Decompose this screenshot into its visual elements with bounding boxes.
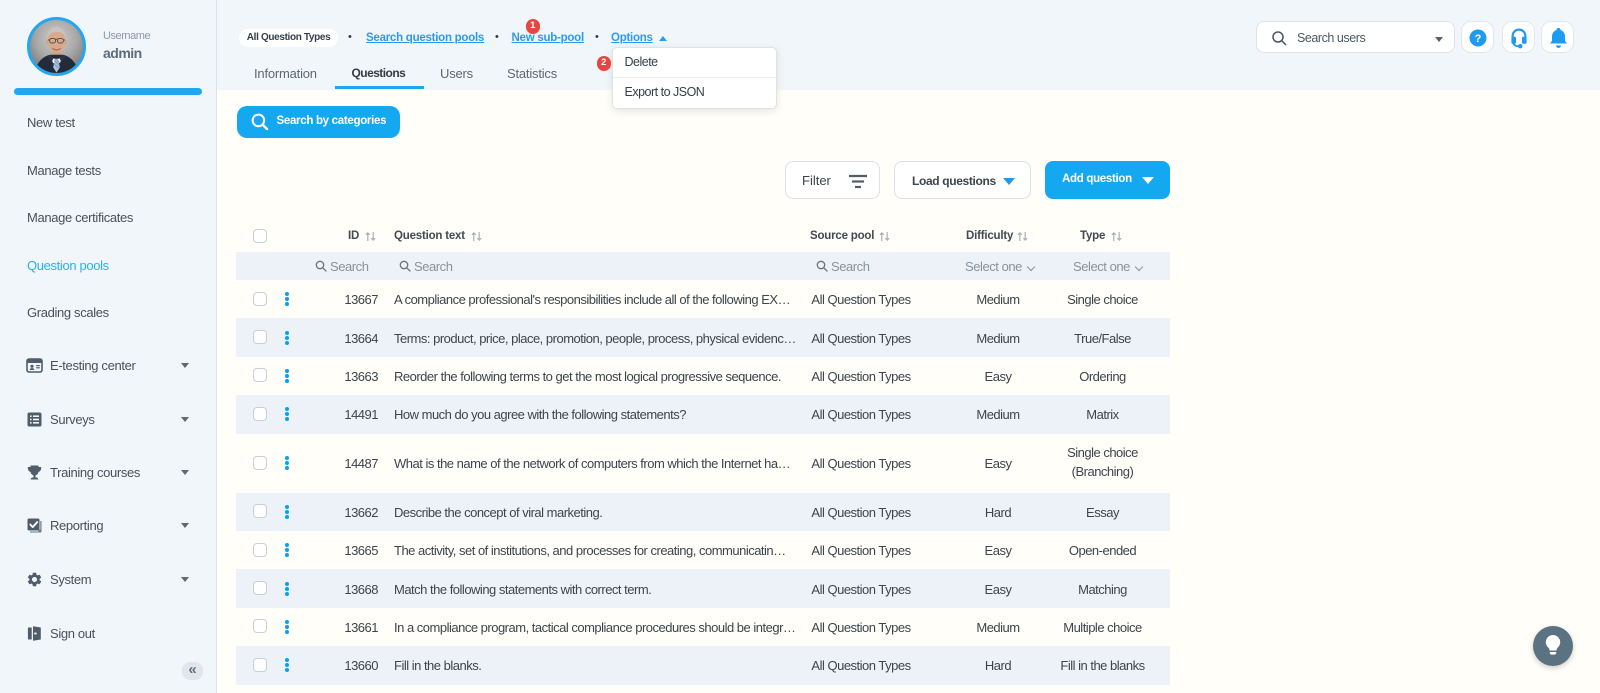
- svg-text:?: ?: [1475, 33, 1482, 45]
